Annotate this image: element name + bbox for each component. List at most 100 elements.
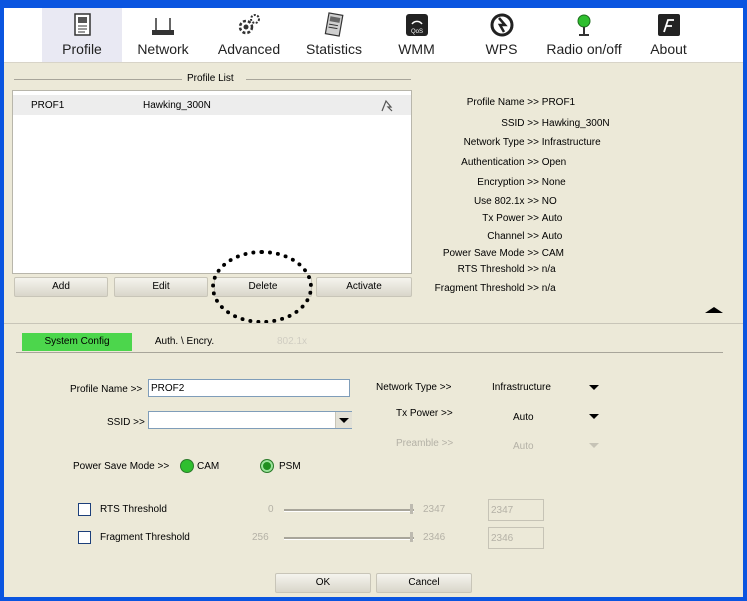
info-ssid: SSID >> Hawking_300N [424, 118, 610, 129]
info-label: Channel >> [487, 231, 539, 242]
tab-8021x[interactable]: 802.1x [237, 333, 347, 351]
profile-row-name: PROF1 [31, 100, 65, 111]
about-icon [657, 14, 680, 36]
tab-auth-encry[interactable]: Auth. \ Encry. [132, 333, 237, 351]
toolbar-wps[interactable]: WPS [474, 8, 529, 62]
window-frame-right [743, 0, 747, 601]
rts-slider[interactable] [284, 509, 414, 512]
profile-icon [74, 13, 91, 36]
info-value: Hawking_300N [541, 118, 610, 129]
preamble-label: Preamble >> [396, 438, 454, 449]
gears-icon [238, 14, 260, 35]
info-value: CAM [541, 248, 565, 259]
wps-icon [490, 13, 513, 37]
toolbar-network[interactable]: Network [128, 8, 198, 62]
toolbar-label: WPS [485, 41, 518, 57]
info-label: Fragment Threshold >> [434, 283, 539, 294]
profile-name-input[interactable] [148, 379, 350, 397]
tab-divider [16, 352, 723, 353]
info-label: Network Type >> [463, 137, 539, 148]
signal-icon [381, 99, 393, 112]
info-value: Infrastructure [541, 137, 601, 148]
chevron-down-icon [339, 418, 349, 423]
router-icon [152, 18, 174, 35]
fragment-value-input[interactable] [488, 527, 544, 549]
info-channel: Channel >> Auto [424, 231, 562, 242]
edit-button[interactable]: Edit [114, 277, 208, 297]
cancel-button[interactable]: Cancel [376, 573, 472, 593]
toolbar: Profile Network Advanced Statistics QoS [4, 8, 743, 63]
tx-power-value[interactable]: Auto [513, 412, 534, 423]
info-value: Auto [541, 213, 563, 224]
info-profile-name: Profile Name >> PROF1 [424, 97, 575, 108]
radio-icon [577, 14, 591, 36]
profile-list[interactable]: PROF1 Hawking_300N [12, 90, 412, 274]
toolbar-label: WMM [398, 41, 435, 57]
toolbar-label: Network [137, 41, 189, 57]
info-label: Authentication >> [461, 157, 539, 168]
toolbar-wmm[interactable]: QoS WMM [389, 8, 444, 62]
toolbar-label: Statistics [305, 41, 362, 57]
ssid-combobox[interactable] [148, 411, 352, 429]
info-value: Auto [541, 231, 563, 242]
power-save-label: Power Save Mode >> [73, 461, 170, 472]
info-label: SSID >> [501, 118, 539, 129]
info-8021x: Use 802.1x >> NO [424, 196, 557, 207]
toolbar-label: Profile [62, 41, 102, 57]
info-encryption: Encryption >> None [424, 177, 565, 188]
info-label: Encryption >> [477, 177, 539, 188]
toolbar-label: Radio on/off [546, 41, 622, 57]
toolbar-profile[interactable]: Profile [42, 8, 122, 62]
network-type-dropdown-icon[interactable] [589, 385, 599, 390]
cam-radio[interactable] [180, 459, 194, 473]
collapse-arrow-icon[interactable] [705, 307, 723, 313]
cam-label: CAM [197, 461, 220, 472]
toolbar-radio[interactable]: Radio on/off [539, 8, 629, 62]
profile-name-label: Profile Name >> [70, 384, 143, 395]
tx-power-dropdown-icon[interactable] [589, 414, 599, 419]
info-value: Open [541, 157, 567, 168]
ok-button[interactable]: OK [275, 573, 371, 593]
tx-power-label: Tx Power >> [396, 408, 453, 419]
toolbar-advanced[interactable]: Advanced [214, 8, 284, 62]
fragment-label: Fragment Threshold [100, 532, 190, 543]
tab-system-config[interactable]: System Config [22, 333, 132, 351]
window-frame-bottom [0, 597, 747, 601]
rts-slider-thumb[interactable] [410, 504, 413, 514]
statistics-icon [324, 12, 344, 37]
info-label: Profile Name >> [466, 97, 539, 108]
info-authentication: Authentication >> Open [424, 157, 566, 168]
info-value: NO [541, 196, 557, 207]
psm-radio[interactable] [260, 459, 274, 473]
toolbar-statistics[interactable]: Statistics [299, 8, 369, 62]
fragment-checkbox[interactable] [78, 531, 91, 544]
rts-min: 0 [268, 504, 274, 515]
fragment-slider-thumb[interactable] [410, 532, 413, 542]
group-line-right [246, 79, 411, 80]
info-value: PROF1 [541, 97, 576, 108]
ssid-dropdown-button[interactable] [335, 412, 352, 428]
qos-icon: QoS [405, 14, 428, 36]
info-rts: RTS Threshold >> n/a [424, 264, 556, 275]
info-value: n/a [541, 283, 556, 294]
rts-value-input[interactable] [488, 499, 544, 521]
add-button[interactable]: Add [14, 277, 108, 297]
activate-button[interactable]: Activate [316, 277, 412, 297]
network-type-value[interactable]: Infrastructure [492, 382, 551, 393]
profile-list-title: Profile List [185, 73, 236, 84]
rts-checkbox[interactable] [78, 503, 91, 516]
profile-row[interactable]: PROF1 Hawking_300N [13, 95, 411, 115]
info-network-type: Network Type >> Infrastructure [424, 137, 601, 148]
info-label: Tx Power >> [482, 213, 539, 224]
fragment-max: 2346 [423, 532, 446, 543]
toolbar-about[interactable]: About [641, 8, 696, 62]
group-line-left [14, 79, 182, 80]
toolbar-label: About [650, 41, 687, 57]
preamble-value[interactable]: Auto [513, 441, 534, 452]
preamble-dropdown-icon[interactable] [589, 443, 599, 448]
window-frame-top [0, 0, 747, 8]
info-label: Use 802.1x >> [473, 196, 539, 207]
fragment-slider[interactable] [284, 537, 414, 540]
toolbar-label: Advanced [217, 41, 281, 57]
ssid-label: SSID >> [107, 417, 145, 428]
